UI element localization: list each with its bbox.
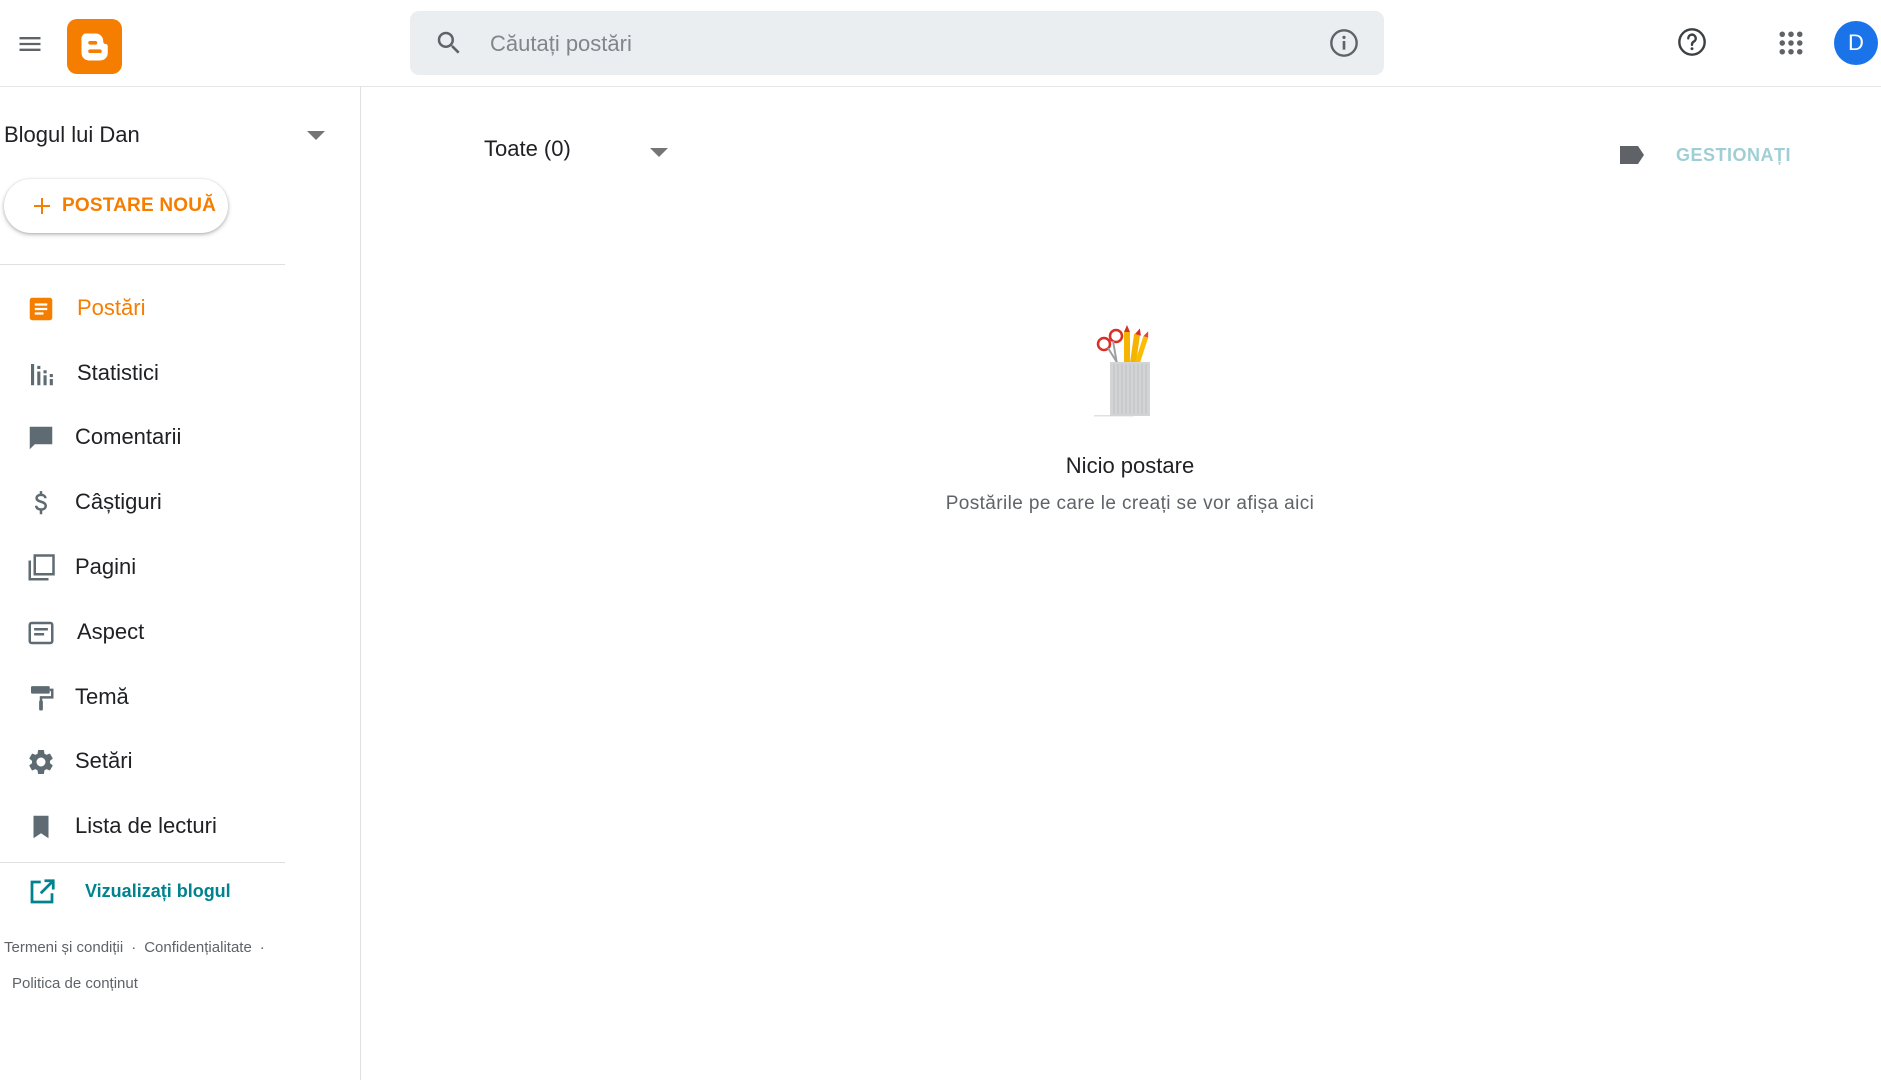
sidebar-item-comments[interactable]: Comentarii <box>0 409 285 465</box>
manage-label: GESTIONAȚI <box>1676 145 1792 165</box>
pages-icon <box>28 554 55 581</box>
divider <box>0 862 285 863</box>
sidebar-item-label: Comentarii <box>75 424 182 449</box>
sidebar-item-label: Lista de lecturi <box>75 813 217 838</box>
new-post-label: POSTARE NOUĂ <box>62 195 217 216</box>
new-post-button[interactable]: POSTARE NOUĂ <box>4 179 228 233</box>
bookmark-icon <box>33 815 49 839</box>
apps-grid-icon[interactable] <box>1776 28 1806 58</box>
sidebar-item-label: Câștiguri <box>75 489 162 514</box>
open-external-icon <box>30 879 55 904</box>
terms-link[interactable]: Termeni și condiții <box>4 939 123 956</box>
sidebar-item-label: Pagini <box>75 554 137 579</box>
dollar-icon <box>34 491 48 515</box>
avatar[interactable]: D <box>1834 21 1878 65</box>
sidebar-item-label: Aspect <box>77 619 145 644</box>
footer-links: Termeni și condiții · Confidențialitate · P… <box>4 930 294 1002</box>
comments-icon <box>29 426 53 450</box>
divider <box>0 264 285 265</box>
caret-down-icon <box>307 131 325 140</box>
blogger-logo[interactable] <box>67 19 122 74</box>
posts-icon <box>29 297 53 321</box>
separator-dot: · <box>259 939 265 956</box>
empty-state: Nicio postare Postările pe care le creaț… <box>830 322 1430 515</box>
search-input[interactable] <box>488 11 1312 77</box>
help-icon[interactable] <box>1676 26 1708 58</box>
plus-icon <box>34 198 50 214</box>
pencil-cup-illustration <box>1094 325 1150 417</box>
top-bar: D <box>0 0 1881 87</box>
separator-dot: · <box>131 939 137 956</box>
sidebar: Blogul lui Dan POSTARE NOUĂ Postări Stat… <box>0 87 361 1080</box>
paint-roller-icon <box>31 686 54 711</box>
label-tag-icon <box>1620 146 1644 164</box>
privacy-link[interactable]: Confidențialitate <box>144 939 252 956</box>
sidebar-item-settings[interactable]: Setări <box>0 733 285 789</box>
sidebar-item-label: Postări <box>77 295 146 320</box>
sidebar-item-reading-list[interactable]: Lista de lecturi <box>0 798 285 854</box>
sidebar-item-label: Statistici <box>77 360 159 385</box>
sidebar-item-pages[interactable]: Pagini <box>0 539 285 595</box>
empty-state-subtitle: Postările pe care le creați se vor afișa… <box>945 493 1315 514</box>
sidebar-item-label: Temă <box>75 684 129 709</box>
blog-selector[interactable]: Blogul lui Dan <box>4 115 325 155</box>
filter-label: Toate (0) <box>484 136 571 161</box>
sidebar-item-label: Setări <box>75 748 133 773</box>
stats-icon <box>31 364 53 386</box>
layout-icon <box>28 621 54 645</box>
content-policy-link[interactable]: Politica de conținut <box>12 975 138 992</box>
blog-name: Blogul lui Dan <box>4 122 140 147</box>
sidebar-item-theme[interactable]: Temă <box>0 669 285 725</box>
empty-state-title: Nicio postare <box>1065 453 1195 478</box>
sidebar-item-stats[interactable]: Statistici <box>0 345 285 401</box>
info-icon[interactable] <box>1328 27 1360 59</box>
menu-icon[interactable] <box>12 26 48 62</box>
sidebar-item-layout[interactable]: Aspect <box>0 604 285 660</box>
gear-icon <box>29 749 53 774</box>
view-blog-label: Vizualizați blogul <box>85 881 231 901</box>
sidebar-item-earnings[interactable]: Câștiguri <box>0 474 285 530</box>
sidebar-item-posts[interactable]: Postări <box>0 280 285 336</box>
caret-down-icon <box>650 148 668 157</box>
search-icon[interactable] <box>434 28 464 58</box>
view-blog-link[interactable]: Vizualizați blogul <box>0 867 285 915</box>
post-filter-dropdown[interactable]: Toate (0) <box>484 136 668 168</box>
search-bar <box>410 11 1384 77</box>
